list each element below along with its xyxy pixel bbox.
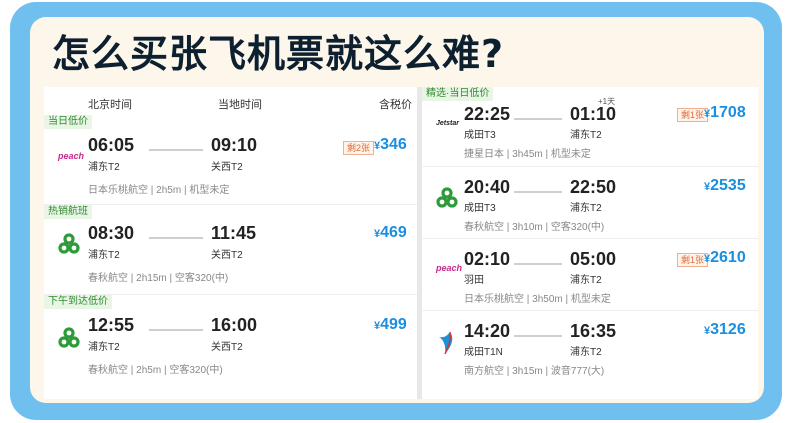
column-header: 北京时间 当地时间 含税价 [44, 87, 417, 115]
flight-card[interactable]: 精选·当日低价 Jetstar 22:25 成田T3 01:10 +1天 浦东T… [422, 87, 758, 167]
flight-info: 春秋航空 | 2h5m | 空客320(中) [88, 365, 223, 376]
arrival-airport: 关西T2 [211, 342, 243, 353]
price[interactable]: ¥1708 [704, 104, 746, 122]
arrival-airport: 浦东T2 [570, 203, 602, 214]
flight-card[interactable]: 20:40 成田T3 22:50 浦东T2 ¥2535 春秋航空 | 3h10m… [422, 167, 758, 239]
arrival-time: 05:00 [570, 249, 617, 269]
spring-airlines-logo-icon [58, 327, 80, 354]
flight-card[interactable]: 热销航班 08:30 浦东T2 11:45 关西T2 ¥469 春秋航空 | 2… [44, 205, 417, 295]
col-beijing-time: 北京时间 [88, 99, 132, 111]
route-line [514, 191, 562, 193]
left-flight-list: 北京时间 当地时间 含税价 当日低价 peach 06:05 浦东T2 09:1… [44, 87, 417, 399]
seats-left-badge: 剩2张 [343, 141, 375, 155]
price[interactable]: ¥2610 [704, 249, 746, 267]
departure-airport: 浦东T2 [88, 342, 120, 353]
route-line [514, 335, 562, 337]
arrival-time: 16:35 [570, 321, 617, 341]
arrival-airport: 关西T2 [211, 250, 243, 261]
departure-time: 08:30 [88, 223, 135, 243]
jetstar-airline-logo: Jetstar [436, 120, 459, 127]
flight-card[interactable]: 当日低价 peach 06:05 浦东T2 09:10 关西T2 剩2张 ¥34… [44, 115, 417, 205]
departure-airport: 成田T3 [464, 130, 496, 141]
col-price-incl-tax: 含税价 [379, 99, 412, 111]
flight-tag: 当日低价 [44, 115, 92, 129]
headline: 怎么买张飞机票就这么难? [52, 32, 505, 76]
price[interactable]: ¥2535 [704, 177, 746, 195]
spring-airlines-logo-icon [58, 233, 80, 260]
arrival-time: 16:00 [211, 315, 258, 335]
arrival-airport: 浦东T2 [570, 130, 602, 141]
price[interactable]: ¥3126 [704, 321, 746, 339]
arrival-airport: 浦东T2 [570, 275, 602, 286]
departure-time: 20:40 [464, 177, 511, 197]
flight-info: 日本乐桃航空 | 3h50m | 机型未定 [464, 294, 611, 305]
departure-airport: 浦东T2 [88, 162, 120, 173]
route-line [514, 118, 562, 120]
route-line [149, 237, 203, 239]
arrival-time: 11:45 [211, 223, 257, 243]
flight-info: 南方航空 | 3h15m | 波音777(大) [464, 366, 605, 377]
departure-time: 22:25 [464, 104, 511, 124]
screenshot-frame: 怎么买张飞机票就这么难? 北京时间 当地时间 含税价 当日低价 peach 06… [30, 17, 764, 403]
flight-info: 春秋航空 | 3h10m | 空客320(中) [464, 222, 605, 233]
flight-card[interactable]: 下午到达低价 12:55 浦东T2 16:00 关西T2 ¥499 春秋航空 |… [44, 295, 417, 399]
departure-airport: 浦东T2 [88, 250, 120, 261]
peach-airline-logo: peach [58, 151, 85, 161]
price[interactable]: ¥346 [374, 136, 407, 154]
departure-time: 14:20 [464, 321, 511, 341]
flight-info: 捷星日本 | 3h45m | 机型未定 [464, 149, 591, 160]
right-flight-list: 精选·当日低价 Jetstar 22:25 成田T3 01:10 +1天 浦东T… [422, 87, 758, 399]
route-line [514, 263, 562, 265]
col-local-time: 当地时间 [218, 99, 262, 111]
flight-info: 日本乐桃航空 | 2h5m | 机型未定 [88, 185, 230, 196]
departure-time: 02:10 [464, 249, 511, 269]
route-line [149, 149, 203, 151]
price[interactable]: ¥469 [374, 224, 407, 242]
departure-time: 12:55 [88, 315, 135, 335]
peach-airline-logo: peach [436, 263, 463, 273]
next-day-label: +1天 [598, 97, 616, 106]
arrival-time: 01:10 [570, 104, 617, 124]
departure-airport: 成田T1N [464, 347, 503, 358]
departure-airport: 羽田 [464, 275, 484, 286]
arrival-airport: 关西T2 [211, 162, 243, 173]
spring-airlines-logo-icon [436, 187, 458, 214]
price[interactable]: ¥499 [374, 316, 407, 334]
flight-card[interactable]: 14:20 成田T1N 16:35 浦东T2 ¥3126 南方航空 | 3h15… [422, 311, 758, 399]
arrival-airport: 浦东T2 [570, 347, 602, 358]
route-line [149, 329, 203, 331]
arrival-time: 22:50 [570, 177, 617, 197]
flight-card[interactable]: peach 02:10 羽田 05:00 浦东T2 剩1张 ¥2610 日本乐桃… [422, 239, 758, 311]
departure-time: 06:05 [88, 135, 135, 155]
arrival-time: 09:10 [211, 135, 258, 155]
flight-tag: 精选·当日低价 [422, 87, 494, 101]
flight-info: 春秋航空 | 2h15m | 空客320(中) [88, 273, 229, 284]
china-southern-logo-icon [436, 331, 458, 360]
flight-tag: 热销航班 [44, 205, 92, 219]
flight-tag: 下午到达低价 [44, 295, 112, 309]
departure-airport: 成田T3 [464, 203, 496, 214]
